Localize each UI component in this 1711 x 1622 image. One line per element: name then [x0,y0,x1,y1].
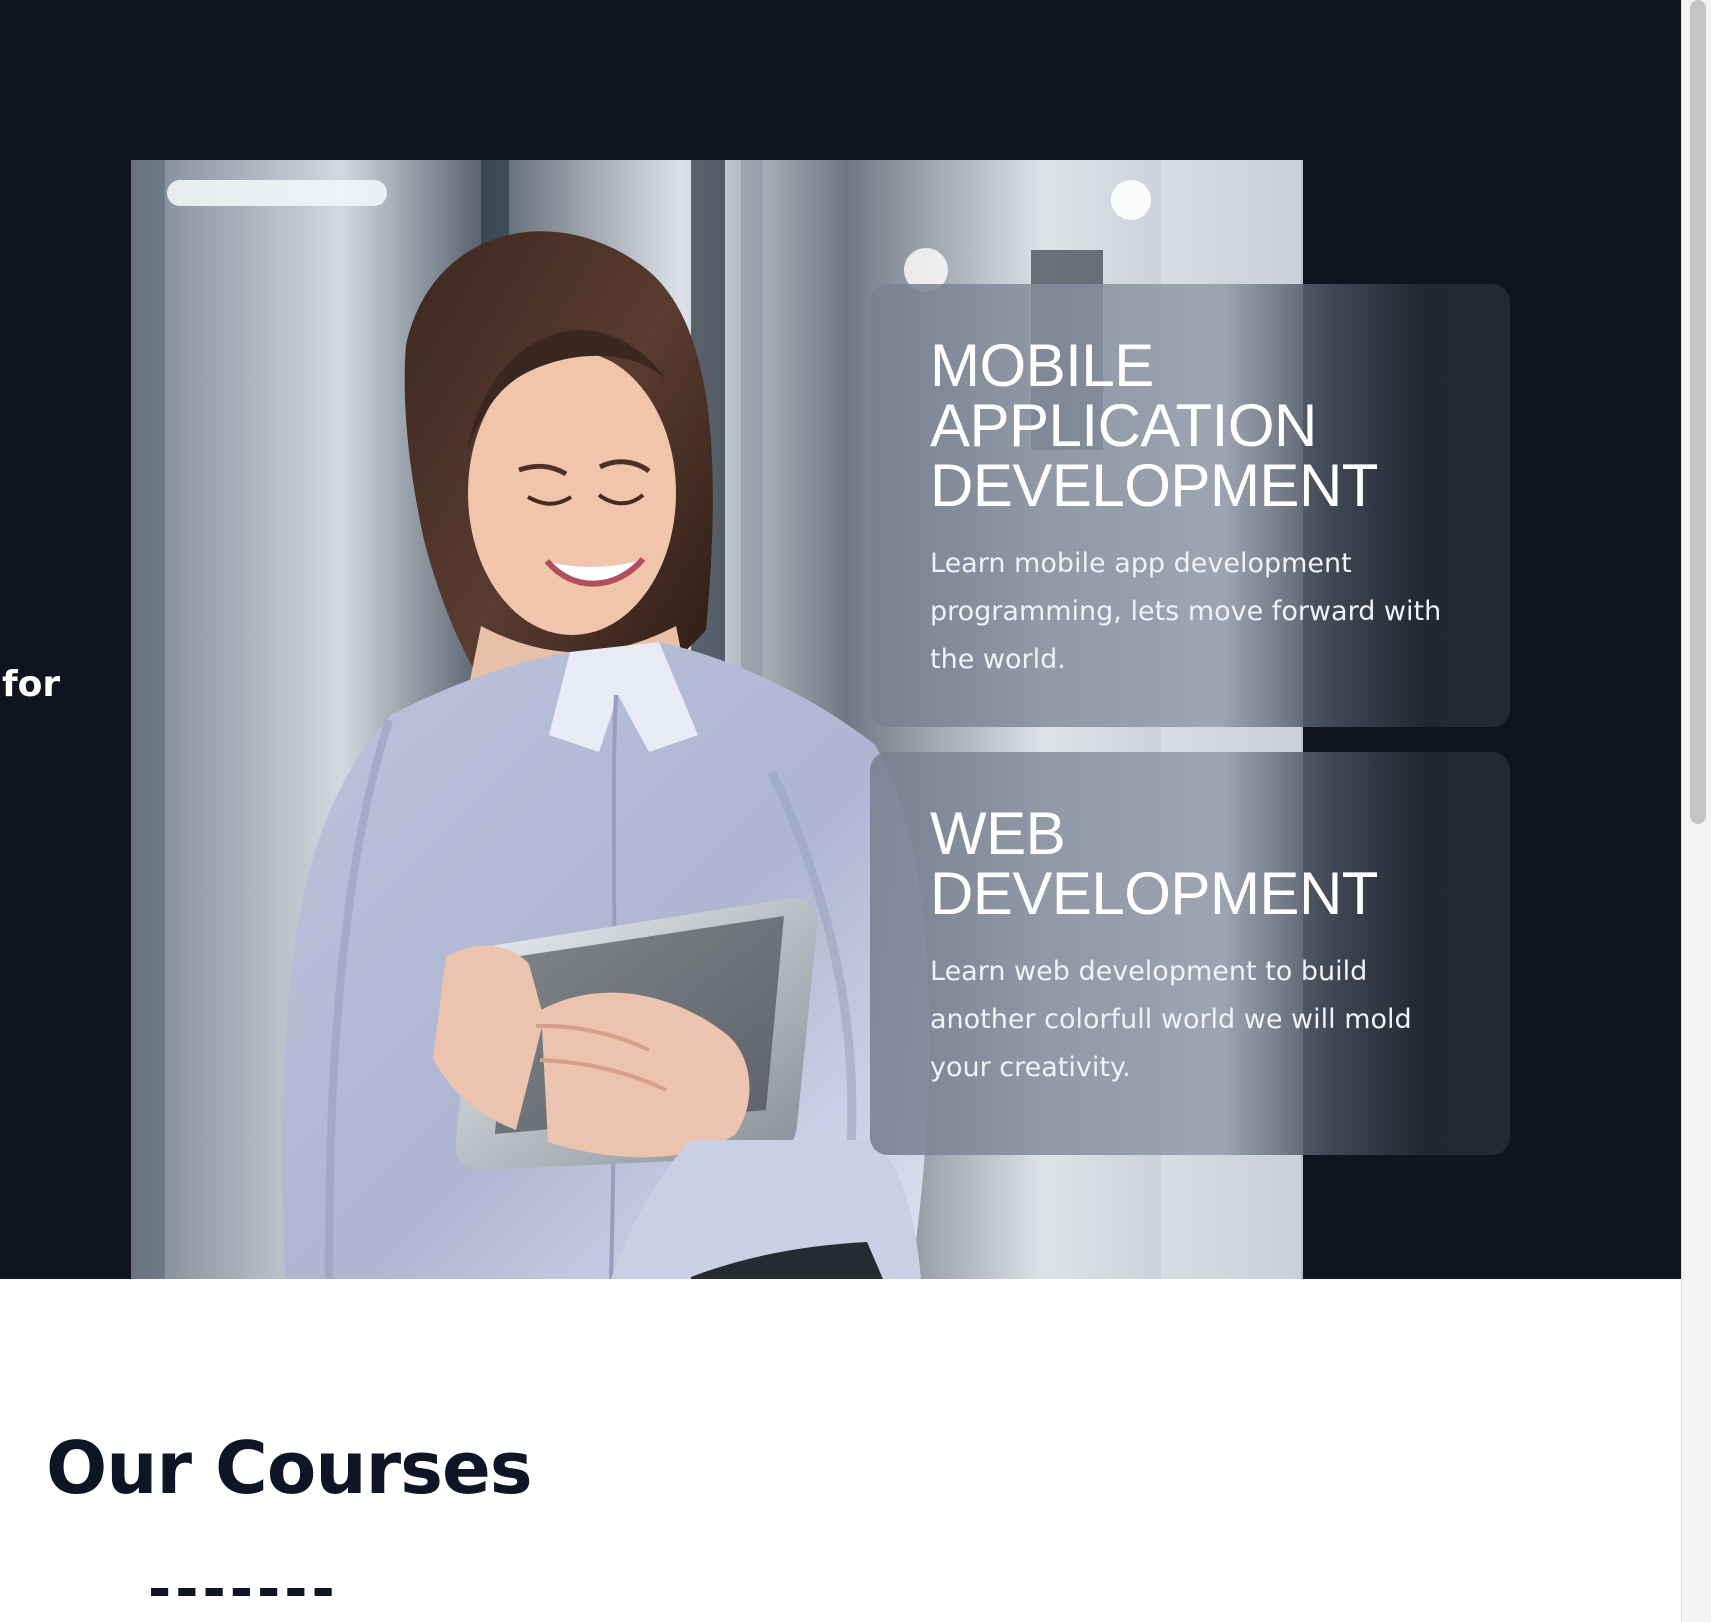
scrollbar-thumb[interactable] [1690,0,1706,824]
course-card-mobile-development[interactable]: MOBILE APPLICATION DEVELOPMENT Learn mob… [870,284,1510,727]
course-card-description: Learn web development to build another c… [930,956,1412,1083]
partial-hero-text: for [2,664,61,705]
course-card-description: Learn mobile app development programming… [930,548,1442,675]
course-card-web-development[interactable]: WEB DEVELOPMENT Learn web development to… [870,752,1510,1155]
page: for MOBILE APPLICATION DEVELOPMENT Learn… [0,0,1711,1622]
hero-section: for MOBILE APPLICATION DEVELOPMENT Learn… [0,0,1681,1279]
section-divider: ------- [148,1557,339,1622]
course-card-title: MOBILE APPLICATION DEVELOPMENT [930,332,1378,519]
course-card-title: WEB DEVELOPMENT [930,800,1378,927]
vertical-scrollbar[interactable] [1681,0,1711,1622]
our-courses-heading: Our Courses [46,1426,533,1510]
